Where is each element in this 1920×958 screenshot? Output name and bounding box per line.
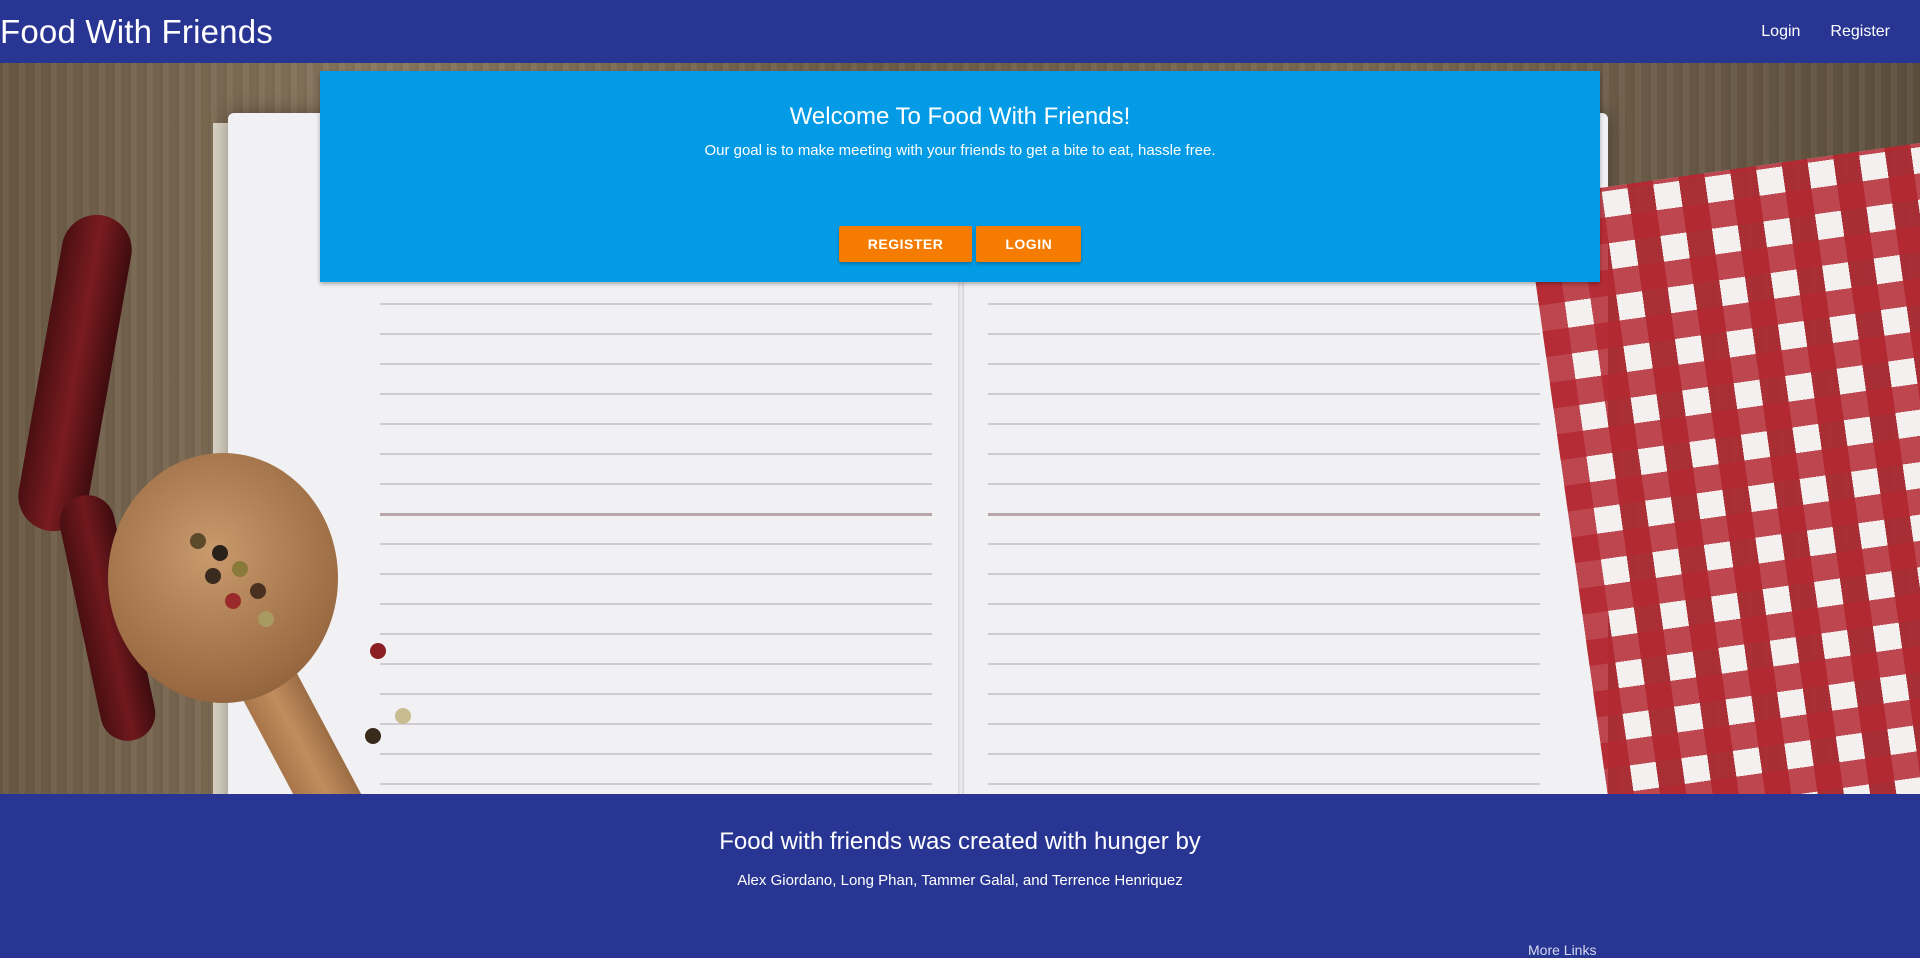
notebook-ruled-line bbox=[988, 723, 1540, 725]
peppercorn bbox=[212, 545, 228, 561]
notebook-ruled-line bbox=[988, 483, 1540, 485]
top-navbar: Food With Friends Login Register bbox=[0, 0, 1920, 63]
brand-logo[interactable]: Food With Friends bbox=[0, 0, 273, 63]
peppercorn bbox=[232, 561, 248, 577]
notebook-ruled-line bbox=[988, 633, 1540, 635]
notebook-ruled-line bbox=[380, 363, 932, 365]
notebook-ruled-line bbox=[988, 573, 1540, 575]
notebook-ruled-line bbox=[380, 513, 932, 516]
welcome-buttons: REGISTER LOGIN bbox=[320, 226, 1600, 262]
login-button[interactable]: LOGIN bbox=[976, 226, 1082, 262]
notebook-ruled-line bbox=[988, 453, 1540, 455]
peppercorn bbox=[250, 583, 266, 599]
footer-credits: Alex Giordano, Long Phan, Tammer Galal, … bbox=[737, 872, 1183, 889]
welcome-title: Welcome To Food With Friends! bbox=[789, 103, 1131, 130]
notebook-ruled-line bbox=[988, 603, 1540, 605]
notebook-ruled-line bbox=[988, 693, 1540, 695]
notebook-ruled-line bbox=[380, 693, 932, 695]
notebook-ruled-line bbox=[988, 303, 1540, 305]
peppercorn bbox=[225, 593, 241, 609]
peppercorn bbox=[190, 533, 206, 549]
notebook-ruled-line bbox=[380, 543, 932, 545]
wooden-spoon-bowl bbox=[108, 453, 338, 703]
peppercorn bbox=[258, 611, 274, 627]
more-links-link[interactable]: More Links bbox=[1528, 942, 1596, 958]
nav-register-link[interactable]: Register bbox=[1815, 0, 1905, 63]
notebook-ruled-line bbox=[988, 753, 1540, 755]
page-footer: Food with friends was created with hunge… bbox=[0, 794, 1920, 958]
notebook-ruled-line bbox=[380, 333, 932, 335]
notebook-ruled-line bbox=[380, 633, 932, 635]
notebook-ruled-line bbox=[988, 393, 1540, 395]
notebook-ruled-line bbox=[380, 753, 932, 755]
peppercorn bbox=[370, 643, 386, 659]
notebook-ruled-line bbox=[988, 513, 1540, 516]
notebook-ruled-line bbox=[988, 363, 1540, 365]
footer-title: Food with friends was created with hunge… bbox=[719, 828, 1201, 855]
notebook-ruled-line bbox=[380, 453, 932, 455]
nav-links: Login Register bbox=[1746, 0, 1920, 63]
notebook-ruled-line bbox=[988, 333, 1540, 335]
notebook-ruled-line bbox=[380, 303, 932, 305]
notebook-ruled-line bbox=[380, 603, 932, 605]
notebook-ruled-line bbox=[988, 543, 1540, 545]
notebook-ruled-line bbox=[380, 483, 932, 485]
notebook-ruled-line bbox=[380, 573, 932, 575]
welcome-subtitle: Our goal is to make meeting with your fr… bbox=[704, 142, 1216, 159]
notebook-ruled-line bbox=[380, 393, 932, 395]
notebook-ruled-line bbox=[988, 663, 1540, 665]
notebook-ruled-line bbox=[988, 423, 1540, 425]
welcome-card: Welcome To Food With Friends! Our goal i… bbox=[320, 71, 1600, 282]
peppercorn bbox=[205, 568, 221, 584]
peppercorn bbox=[365, 728, 381, 744]
nav-login-link[interactable]: Login bbox=[1746, 0, 1815, 63]
register-button[interactable]: REGISTER bbox=[838, 226, 973, 262]
notebook-ruled-line bbox=[988, 783, 1540, 785]
notebook-ruled-line bbox=[380, 783, 932, 785]
notebook-ruled-line bbox=[380, 723, 932, 725]
peppercorn bbox=[395, 708, 411, 724]
notebook-ruled-line bbox=[380, 423, 932, 425]
notebook-ruled-line bbox=[380, 663, 932, 665]
